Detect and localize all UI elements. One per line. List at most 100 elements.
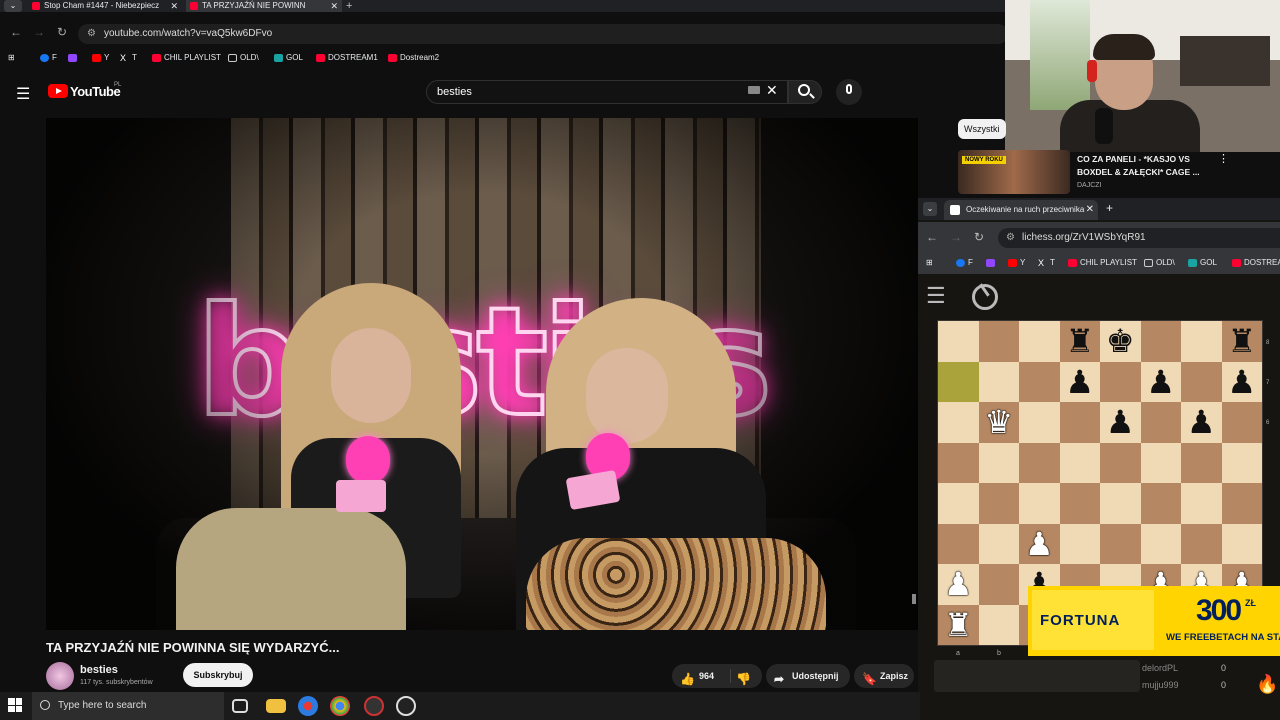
board-square[interactable]: ♟	[938, 564, 979, 605]
player-row[interactable]: mujju999 0	[1142, 677, 1226, 693]
tab-search-button[interactable]: ⌄	[923, 202, 937, 216]
bookmark-gol[interactable]: GOL	[274, 50, 303, 66]
forward-arrow-icon[interactable]: →	[950, 230, 962, 244]
board-square[interactable]	[938, 483, 979, 524]
menu-icon[interactable]: ☰	[16, 84, 30, 104]
video-player[interactable]: besties	[46, 118, 918, 630]
lichess-tab[interactable]: Oczekiwanie na ruch przeciwnika ✕	[944, 200, 1098, 220]
board-square[interactable]	[1181, 321, 1222, 362]
chrome-icon[interactable]	[330, 696, 350, 716]
forward-arrow-icon[interactable]: →	[33, 25, 45, 39]
app-icon[interactable]	[396, 696, 416, 716]
board-square[interactable]: ♜	[938, 604, 979, 646]
file-explorer-icon[interactable]	[266, 699, 286, 713]
bookmark-facebook[interactable]: F	[956, 252, 973, 274]
board-square[interactable]	[978, 523, 1019, 564]
taskbar-search-input[interactable]: Type here to search	[32, 692, 224, 720]
bookmark-gol[interactable]: GOL	[1188, 252, 1217, 274]
board-square[interactable]	[1221, 523, 1262, 564]
board-square[interactable]	[1100, 523, 1141, 564]
board-square[interactable]: ♟	[1059, 361, 1101, 403]
chrome-profile-icon[interactable]	[298, 696, 318, 716]
black-pawn-icon[interactable]: ♟	[1181, 402, 1222, 443]
board-square[interactable]: ♚	[1100, 321, 1141, 362]
more-options-icon[interactable]: ⋮	[1218, 152, 1229, 165]
board-square[interactable]	[1140, 321, 1181, 362]
board-square[interactable]	[978, 442, 1019, 483]
bookmark-dostream1[interactable]: DOSTREAM1	[316, 50, 378, 66]
address-input[interactable]: ⚙ youtube.com/watch?v=vaQ5kw6DFvo	[78, 24, 1008, 44]
board-square[interactable]	[978, 604, 1019, 645]
filter-chip-all[interactable]: Wszystki	[958, 119, 1006, 139]
tab-close-icon[interactable]: ✕	[330, 0, 338, 12]
dislike-icon[interactable]: 👎	[736, 667, 751, 691]
board-square[interactable]	[1181, 442, 1222, 483]
browser-tab-stopcham[interactable]: Stop Cham #1447 - Niebezpiecz ✕	[28, 0, 182, 12]
bookmark-x[interactable]: XT	[120, 50, 137, 66]
board-square[interactable]: ♜	[1059, 321, 1101, 362]
new-tab-button[interactable]: +	[346, 0, 352, 12]
like-icon[interactable]: 👍	[680, 667, 695, 691]
clear-search-icon[interactable]: ✕	[766, 82, 778, 99]
task-view-icon[interactable]	[232, 699, 248, 713]
bookmark-dostream[interactable]: DOSTREA	[1232, 252, 1280, 274]
black-pawn-icon[interactable]: ♟	[1100, 402, 1141, 443]
board-square[interactable]: ♟	[1100, 402, 1141, 443]
board-square[interactable]	[1221, 483, 1262, 524]
player-row[interactable]: delordPL 0	[1142, 660, 1226, 676]
youtube-logo-icon[interactable]	[48, 84, 68, 98]
apps-grid-icon[interactable]: ⊞	[8, 50, 15, 66]
reload-icon[interactable]: ↻	[974, 230, 984, 244]
youtube-logo-text[interactable]: YouTube	[70, 84, 121, 99]
apps-grid-icon[interactable]: ⊞	[926, 252, 933, 274]
board-square[interactable]	[978, 321, 1019, 362]
board-square[interactable]	[938, 523, 979, 564]
board-square[interactable]: ♜	[1221, 321, 1262, 362]
board-square[interactable]	[1221, 402, 1262, 443]
windows-start-icon[interactable]	[8, 698, 22, 712]
board-square[interactable]	[1059, 442, 1100, 483]
board-square[interactable]	[1019, 442, 1060, 483]
bookmark-facebook[interactable]: F	[40, 50, 57, 66]
channel-avatar[interactable]	[46, 662, 74, 690]
board-square[interactable]	[1100, 361, 1141, 402]
back-arrow-icon[interactable]: ←	[926, 230, 938, 244]
board-square[interactable]: ♟	[1140, 361, 1181, 402]
bookmark-chil-playlist[interactable]: CHIL PLAYLIST	[152, 50, 221, 66]
hamburger-menu-icon[interactable]: ☰	[926, 284, 946, 308]
obs-icon[interactable]	[364, 696, 384, 716]
bookmark-chil-playlist[interactable]: CHIL PLAYLIST	[1068, 252, 1137, 274]
board-square[interactable]	[1140, 523, 1181, 564]
white-queen-icon[interactable]: ♛	[979, 402, 1020, 443]
browser-tab-video[interactable]: TA PRZYJAŹŃ NIE POWINN ✕	[186, 0, 342, 12]
board-square[interactable]	[1181, 523, 1222, 564]
board-square[interactable]	[1059, 483, 1100, 524]
black-rook-icon[interactable]: ♜	[1060, 321, 1101, 362]
scrollbar[interactable]	[912, 594, 916, 604]
board-square[interactable]	[1019, 321, 1060, 362]
bookmark-youtube[interactable]: Y	[1008, 252, 1025, 274]
board-square[interactable]	[938, 402, 979, 443]
board-square[interactable]: ♟	[1181, 402, 1222, 443]
black-pawn-icon[interactable]: ♟	[1222, 362, 1263, 403]
white-rook-icon[interactable]: ♜	[938, 605, 979, 646]
black-king-icon[interactable]: ♚	[1100, 321, 1141, 362]
black-pawn-icon[interactable]: ♟	[1060, 362, 1101, 403]
board-square[interactable]	[1059, 523, 1100, 564]
board-square[interactable]: ♛	[978, 402, 1020, 443]
tab-close-icon[interactable]: ✕	[1086, 200, 1094, 220]
board-square[interactable]	[1100, 483, 1141, 524]
bookmark-x[interactable]: XT	[1038, 252, 1055, 274]
board-square[interactable]	[978, 483, 1019, 524]
site-info-icon[interactable]: ⚙	[87, 24, 96, 44]
board-square[interactable]	[1140, 442, 1181, 483]
recommendation-channel[interactable]: DAJCZI	[1077, 182, 1102, 189]
board-square[interactable]	[1059, 402, 1100, 443]
white-pawn-icon[interactable]: ♟	[938, 564, 979, 605]
bookmark-dostream2[interactable]: Dostream2	[388, 50, 439, 66]
board-square[interactable]	[1100, 442, 1141, 483]
board-square[interactable]	[1140, 402, 1181, 443]
new-tab-button[interactable]: +	[1106, 201, 1113, 215]
lichess-logo-icon[interactable]	[972, 284, 998, 310]
share-button[interactable]: ➦ Udostępnij	[766, 664, 850, 688]
